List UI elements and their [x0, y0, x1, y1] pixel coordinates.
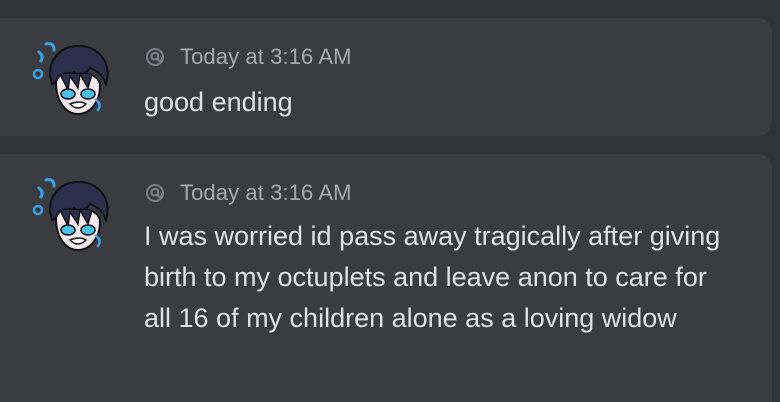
message-content: I was worried id pass away tragically af… [144, 221, 721, 333]
message[interactable]: Today at 3:16 AM I was worried id pass a… [0, 154, 772, 402]
chat-log: Today at 3:16 AM good ending Today at 3:… [0, 0, 780, 402]
avatar[interactable] [30, 38, 114, 122]
timestamp[interactable]: Today at 3:16 AM [180, 44, 352, 70]
avatar-image [32, 178, 109, 252]
anonymous-at-icon [144, 46, 166, 68]
anonymous-at-icon [144, 182, 166, 204]
message[interactable]: Today at 3:16 AM good ending [0, 18, 772, 136]
avatar-image [32, 42, 109, 116]
message-header: Today at 3:16 AM [144, 44, 352, 70]
message-content: good ending [144, 87, 293, 117]
message-header: Today at 3:16 AM [144, 180, 352, 206]
timestamp[interactable]: Today at 3:16 AM [180, 180, 352, 206]
avatar[interactable] [30, 174, 114, 258]
